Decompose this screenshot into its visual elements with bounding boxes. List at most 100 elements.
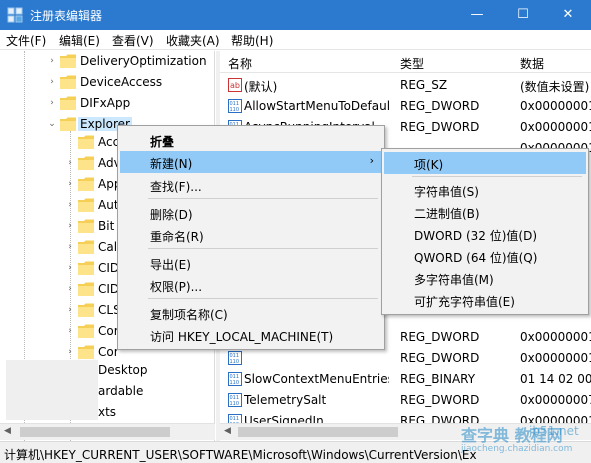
context-menu-item-collapse[interactable]: 折叠 [120,129,382,151]
scrollbar-thumb[interactable] [238,427,398,437]
value-type: REG_DWORD [400,120,480,134]
folder-icon [78,135,94,149]
maximize-button[interactable]: ☐ [500,0,546,30]
context-menu-item-label: 重命名(R) [150,230,204,244]
tree-item-label: Desktop [98,363,148,377]
binary-value-icon: 011110 [228,372,242,386]
expand-chevron-icon[interactable]: › [46,76,58,88]
collapse-chevron-icon[interactable]: ⌄ [46,118,58,130]
tree-item-label: CID [98,282,120,296]
folder-icon [78,198,94,212]
scroll-left-icon[interactable]: ◀ [224,426,231,436]
expand-chevron-icon[interactable]: › [64,325,76,337]
context-menu-item-copy-key-name[interactable]: 复制项名称(C) [120,302,382,324]
value-data: (数值未设置) [520,80,590,94]
expand-chevron-icon[interactable] [64,136,76,148]
submenu-item-label: 可扩充字符串值(E) [414,295,515,309]
value-type: REG_DWORD [400,99,480,113]
list-header: 名称 类型 数据 [220,51,591,73]
context-menu-item-goto-hklm[interactable]: 访问 HKEY_LOCAL_MACHINE(T) [120,324,382,346]
expand-chevron-icon[interactable]: › [46,55,58,67]
context-menu-item-label: 复制项名称(C) [150,308,228,322]
value-type: REG_BINARY [400,372,476,386]
context-menu-item-new[interactable]: 新建(N) › [120,151,382,173]
expand-chevron-icon[interactable]: › [64,178,76,190]
column-header-data[interactable]: 数据 [520,55,544,72]
context-menu: 折叠 新建(N) › 查找(F)... 删除(D) 重命名(R) 导出(E) 权限(P)...… [117,125,385,350]
close-icon: ✕ [562,7,574,22]
submenu-item-label: DWORD (32 位)值(D) [414,229,537,243]
value-row[interactable]: 011 110 AllowStartMenuToDefault REG_DWORD 0x… [220,96,591,117]
title-bar: 注册表编辑器 — ☐ ✕ [0,0,591,30]
scrollbar-thumb[interactable] [20,427,170,437]
tree-item-label: Cor [98,345,119,359]
new-submenu: 项(K) 字符串值(S) 二进制值(B) DWORD (32 位)值(D) QWORD … [381,148,589,315]
tree-item-label: Bit [98,219,115,233]
new-submenu-item-multi-string-value[interactable]: 多字符串值(M) [384,267,586,289]
binary-value-icon: 011110 [228,351,242,365]
new-submenu-item-key[interactable]: 项(K) [384,152,586,174]
expand-chevron-icon[interactable]: › [64,220,76,232]
column-header-type[interactable]: 类型 [400,55,424,72]
context-menu-item-label: 删除(D) [150,208,193,222]
value-type: REG_DWORD [400,393,480,407]
folder-icon [60,96,76,110]
expand-chevron-icon[interactable]: › [64,157,76,169]
context-menu-item-find[interactable]: 查找(F)... [120,174,382,196]
minimize-button[interactable]: — [454,0,500,30]
folder-icon [60,117,76,131]
folder-icon [78,261,94,275]
binary-value-icon: 011110 [228,99,242,113]
svg-text:110: 110 [230,380,240,386]
folder-icon [60,75,76,89]
expand-chevron-icon[interactable]: › [64,283,76,295]
folder-icon [78,324,94,338]
expand-chevron-icon[interactable]: › [64,262,76,274]
value-row[interactable]: 011110 REG_DWORD 0x00000001 [220,348,591,369]
menu-bar: 文件(F) 编辑(E) 查看(V) 收藏夹(A) 帮助(H) [0,30,591,50]
expand-chevron-icon[interactable]: › [64,241,76,253]
new-submenu-item-qword-value[interactable]: QWORD (64 位)值(Q) [384,245,586,267]
tree-horizontal-scrollbar[interactable]: ◀ [0,423,215,440]
menu-help[interactable]: 帮助(H) [231,32,273,49]
context-menu-item-label: 查找(F)... [150,180,202,194]
folder-icon [78,303,94,317]
expand-chevron-icon[interactable]: › [46,97,58,109]
folder-icon [78,219,94,233]
tree-item-label: DIFxApp [80,96,131,110]
folder-icon [78,282,94,296]
new-submenu-item-dword-value[interactable]: DWORD (32 位)值(D) [384,223,586,245]
value-data: 0x00000001 [520,351,591,365]
new-submenu-item-expandable-string-value[interactable]: 可扩充字符串值(E) [384,289,586,311]
folder-icon [78,345,94,359]
context-menu-item-permissions[interactable]: 权限(P)... [120,274,382,296]
folder-icon [60,54,76,68]
value-row[interactable]: ab (默认) REG_SZ (数值未设置) [220,75,591,96]
expand-chevron-icon[interactable]: › [64,304,76,316]
context-menu-item-delete[interactable]: 删除(D) [120,202,382,224]
menu-favorites[interactable]: 收藏夹(A) [166,32,220,49]
context-menu-item-label: 访问 HKEY_LOCAL_MACHINE(T) [150,330,334,344]
value-row[interactable]: 011 110 SlowContextMenuEntries REG_BINARY 01… [220,369,591,390]
value-name: TelemetrySalt [244,393,327,407]
menu-edit[interactable]: 编辑(E) [59,32,100,49]
tree-item-label: ardable [98,384,144,398]
new-submenu-item-binary-value[interactable]: 二进制值(B) [384,201,586,223]
close-button[interactable]: ✕ [545,0,591,30]
window-title: 注册表编辑器 [30,9,103,23]
new-submenu-item-string-value[interactable]: 字符串值(S) [384,179,586,201]
submenu-item-label: 字符串值(S) [414,185,479,199]
menu-view[interactable]: 查看(V) [112,32,154,49]
value-row[interactable]: 011 110 TelemetrySalt REG_DWORD 0x00000007 [220,390,591,411]
scroll-left-icon[interactable]: ◀ [4,426,11,436]
watermark: 查字典 教程网 jb51.net jiaocheng.chazidian.com [455,420,591,463]
context-menu-item-rename[interactable]: 重命名(R) [120,224,382,246]
menu-file[interactable]: 文件(F) [6,32,46,49]
value-type: REG_DWORD [400,351,480,365]
context-menu-item-export[interactable]: 导出(E) [120,252,382,274]
column-header-name[interactable]: 名称 [228,55,252,72]
tree-item-label: DeliveryOptimization [80,54,207,68]
expand-chevron-icon[interactable]: › [64,346,76,358]
value-data: 0x00000001 [520,330,591,344]
expand-chevron-icon[interactable]: › [64,199,76,211]
